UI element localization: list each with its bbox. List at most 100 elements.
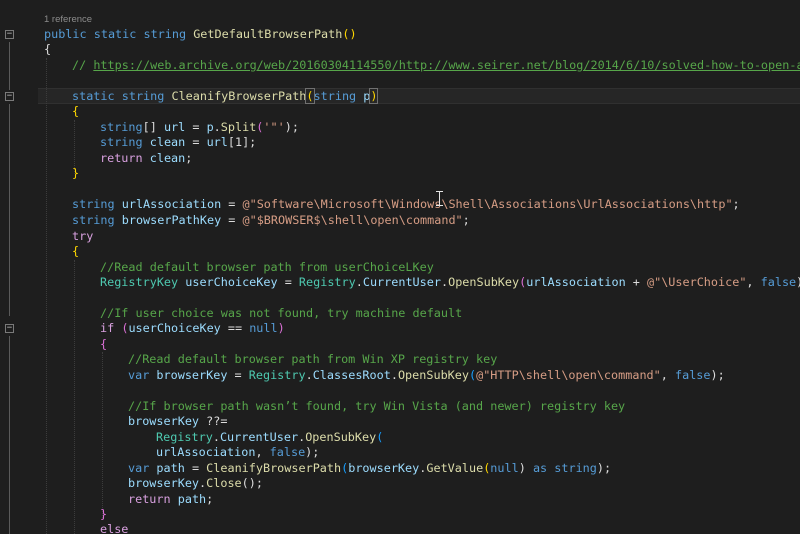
keyword-token: var [128, 461, 150, 475]
fold-region-line [9, 104, 10, 316]
code-line: // https://web.archive.org/web/201603041… [72, 58, 800, 73]
variable-token: urlAssociation [526, 275, 626, 289]
code-editor[interactable]: − − − 1 reference public static string G… [0, 0, 800, 534]
code-token: ); [284, 120, 299, 134]
keyword-token: null [249, 321, 278, 335]
indent-guide [74, 260, 75, 534]
code-line: try [72, 229, 93, 244]
type-token: Registry [248, 368, 306, 382]
code-token: . [212, 430, 220, 444]
code-line: var path = CleanifyBrowserPath(browserKe… [128, 461, 611, 476]
string-token: @"$BROWSER$\shell\open\command" [242, 213, 463, 227]
code-token: = [227, 368, 249, 382]
keyword-token: static [72, 89, 115, 103]
code-line: return clean; [100, 151, 192, 166]
code-token: == [220, 321, 250, 335]
keyword-token: string [554, 461, 597, 475]
code-token: (); [241, 476, 263, 490]
code-token: = [277, 275, 299, 289]
code-line: browserKey ??= [128, 414, 227, 429]
keyword-token: null [490, 461, 519, 475]
variable-token: browserKey [348, 461, 420, 475]
keyword-token: false [674, 368, 711, 382]
variable-token: url [163, 120, 186, 134]
string-token: '"' [263, 120, 285, 134]
variable-token: browserPathKey [121, 213, 222, 227]
collapse-if-block-icon[interactable]: − [5, 324, 14, 333]
code-token: ); [305, 445, 320, 459]
variable-token: urlAssociation [156, 445, 256, 459]
code-line: if (userChoiceKey == null) [100, 321, 285, 336]
variable-token: urlAssociation [121, 197, 222, 211]
code-line: //If browser path wasn’t found, try Win … [128, 399, 625, 414]
indent-guide [102, 352, 103, 520]
variable-token: path [156, 461, 185, 475]
comment-token: // [72, 58, 94, 72]
method-name-token: OpenSubKey [397, 368, 469, 382]
code-line: var browserKey = Registry.ClassesRoot.Op… [128, 368, 725, 383]
code-token: ); [596, 461, 612, 475]
code-token: . [213, 120, 221, 134]
code-token: = [221, 213, 243, 227]
code-token: [] [142, 120, 164, 134]
code-line: string[] url = p.Split('"'); [100, 120, 299, 135]
fold-region-line [9, 42, 10, 90]
string-token: @"Software\Microsoft\Windows\Shell\Assoc… [242, 197, 733, 211]
code-line: else [100, 522, 128, 534]
variable-token: p [206, 120, 214, 134]
code-line: urlAssociation, false); [156, 445, 319, 460]
keyword-token: string [143, 27, 187, 41]
comment-url-link[interactable]: https://web.archive.org/web/201603041145… [93, 58, 800, 72]
method-name-token: CleanifyBrowserPath [206, 461, 342, 475]
collapse-method-icon[interactable]: − [5, 30, 14, 39]
variable-token: browserKey [128, 476, 200, 490]
type-token: Registry [298, 275, 356, 289]
bracket-token: () [342, 27, 357, 41]
code-token: ) [518, 461, 533, 475]
code-token: ; [206, 492, 214, 506]
brace-token: { [72, 244, 80, 258]
code-line: //Read default browser path from Win XP … [128, 352, 497, 367]
code-token: ); [796, 275, 800, 289]
variable-token: url [206, 135, 228, 149]
code-token: , [746, 275, 761, 289]
string-token: @"HTTP\shell\open\command" [476, 368, 661, 382]
code-token: = [221, 197, 243, 211]
keyword-token: false [760, 275, 797, 289]
code-line: string browserPathKey = @"$BROWSER$\shel… [72, 213, 470, 228]
control-keyword-token: if [100, 321, 115, 335]
method-name-token: OpenSubKey [448, 275, 520, 289]
comment-token: //Read default browser path from Win XP … [128, 352, 498, 366]
property-token: CurrentUser [219, 430, 299, 444]
code-line: string clean = url[1]; [100, 135, 256, 150]
keyword-token: string [72, 197, 115, 211]
variable-token: browserKey [156, 368, 228, 382]
code-line: { [72, 104, 79, 119]
brace-token: { [44, 42, 52, 56]
brace-token: { [72, 104, 80, 118]
editor-gutter [0, 0, 38, 534]
code-line: } [100, 507, 107, 522]
brace-token: } [72, 166, 80, 180]
code-line: RegistryKey userChoiceKey = Registry.Cur… [100, 275, 800, 290]
comment-token: //Read default browser path from userCho… [100, 260, 434, 274]
code-line: static string CleanifyBrowserPath(string… [72, 88, 379, 104]
collapse-local-function-icon[interactable]: − [5, 92, 14, 101]
property-token: ClassesRoot [312, 368, 391, 382]
keyword-token: public [44, 27, 87, 41]
variable-token: browserKey [128, 414, 200, 428]
code-token: ; [732, 197, 740, 211]
control-keyword-token: try [72, 229, 94, 243]
method-name-token: OpenSubKey [305, 430, 377, 444]
code-line: } [72, 166, 79, 181]
code-line: { [44, 42, 51, 57]
code-token: ??= [199, 414, 228, 428]
method-name-token: GetValue [426, 461, 484, 475]
text-ibeam-cursor-icon [436, 191, 443, 206]
codelens-references[interactable]: 1 reference [44, 14, 92, 25]
